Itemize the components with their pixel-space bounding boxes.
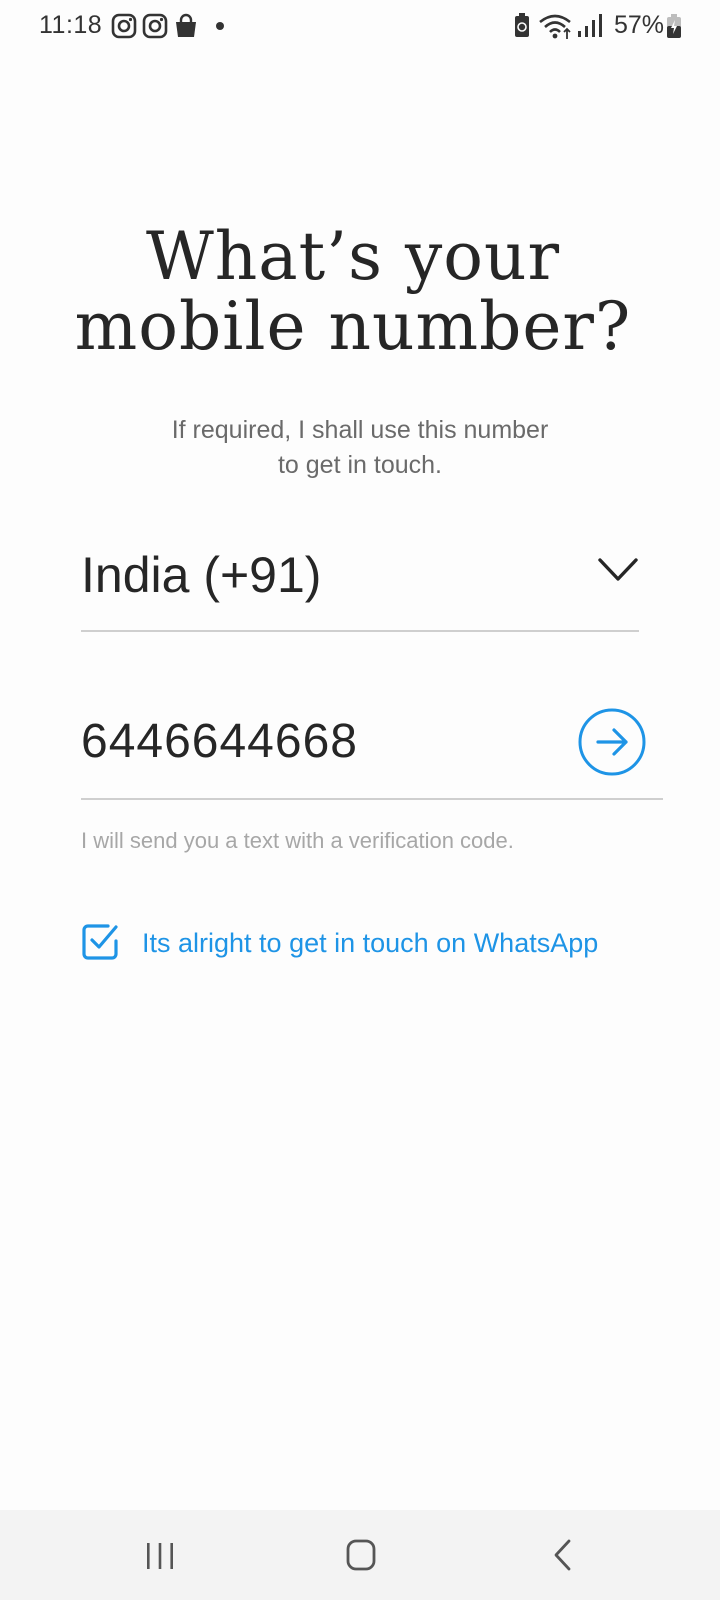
country-code-select[interactable]: India (+91)	[81, 520, 639, 632]
phone-number-input[interactable]: 6446644668	[81, 714, 358, 769]
shopping-bag-icon	[173, 13, 199, 39]
page-subtitle-line-1: If required, I shall use this number	[171, 416, 549, 444]
notification-dot	[216, 22, 224, 30]
battery-percentage: 57%	[614, 11, 665, 39]
signal-icon	[576, 12, 606, 45]
page-title: What’s your mobile number?	[0, 222, 706, 362]
page-title-line-2: mobile number?	[74, 288, 632, 365]
instagram-icon	[142, 13, 168, 39]
battery-icon	[666, 12, 682, 45]
whatsapp-consent-label[interactable]: Its alright to get in touch on WhatsApp	[142, 928, 598, 959]
verification-hint: I will send you a text with a verificati…	[81, 828, 514, 853]
submit-arrow-button[interactable]	[577, 707, 647, 777]
system-navigation-bar	[0, 1510, 720, 1600]
phone-number-field[interactable]: 6446644668	[81, 690, 663, 800]
status-time: 11:18	[39, 11, 103, 39]
chevron-down-icon[interactable]	[597, 555, 639, 585]
wifi-icon	[538, 12, 574, 45]
back-icon[interactable]	[534, 1530, 594, 1580]
status-bar: 11:18 57%	[0, 0, 720, 54]
country-code-value: India (+91)	[81, 547, 322, 603]
page-subtitle: If required, I shall use this number to …	[0, 413, 720, 483]
page-subtitle-line-2: to get in touch.	[277, 451, 442, 479]
whatsapp-consent-checkbox[interactable]: Its alright to get in touch on WhatsApp	[81, 922, 641, 966]
arrow-right-circle-icon	[578, 708, 646, 776]
battery-saver-icon	[512, 12, 532, 45]
page-title-line-1: What’s your	[145, 218, 561, 295]
checkbox-checked-icon[interactable]	[81, 923, 119, 961]
instagram-icon	[111, 13, 137, 39]
home-icon[interactable]	[331, 1530, 391, 1580]
recent-apps-icon[interactable]	[130, 1530, 190, 1580]
